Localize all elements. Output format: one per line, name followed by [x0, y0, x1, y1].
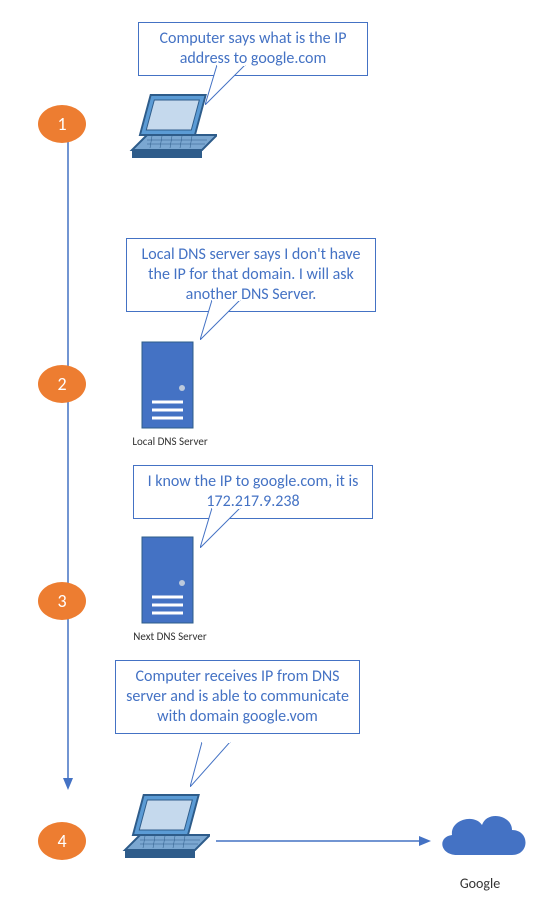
flow-arrow-to-cloud — [216, 835, 431, 847]
step-badge-1: 1 — [38, 105, 86, 143]
cloud-label: Google — [450, 875, 510, 892]
step-badge-2: 2 — [38, 365, 86, 403]
step-number: 2 — [57, 373, 66, 395]
step-badge-4: 4 — [38, 822, 86, 860]
bubble-3: I know the IP to google.com, it is 172.2… — [133, 465, 373, 519]
laptop-icon-1 — [122, 90, 217, 170]
server-icon-next — [140, 535, 195, 625]
bubble-tail-4 — [190, 742, 240, 787]
step-number: 1 — [57, 113, 66, 135]
server-label-next: Next DNS Server — [120, 630, 220, 643]
bubble-2: Local DNS server says I don't have the I… — [126, 238, 376, 312]
server-icon-local — [140, 340, 195, 430]
bubble-tail-2 — [200, 300, 250, 340]
server-label-local: Local DNS Server — [120, 435, 220, 448]
step-number: 3 — [57, 590, 66, 612]
bubble-tail-3 — [200, 508, 250, 548]
laptop-icon-4 — [115, 790, 210, 870]
step-badge-3: 3 — [38, 582, 86, 620]
step-number: 4 — [57, 830, 66, 852]
cloud-icon — [432, 805, 532, 870]
bubble-4: Computer receives IP from DNS server and… — [115, 660, 360, 734]
flow-arrow-main — [58, 140, 78, 790]
